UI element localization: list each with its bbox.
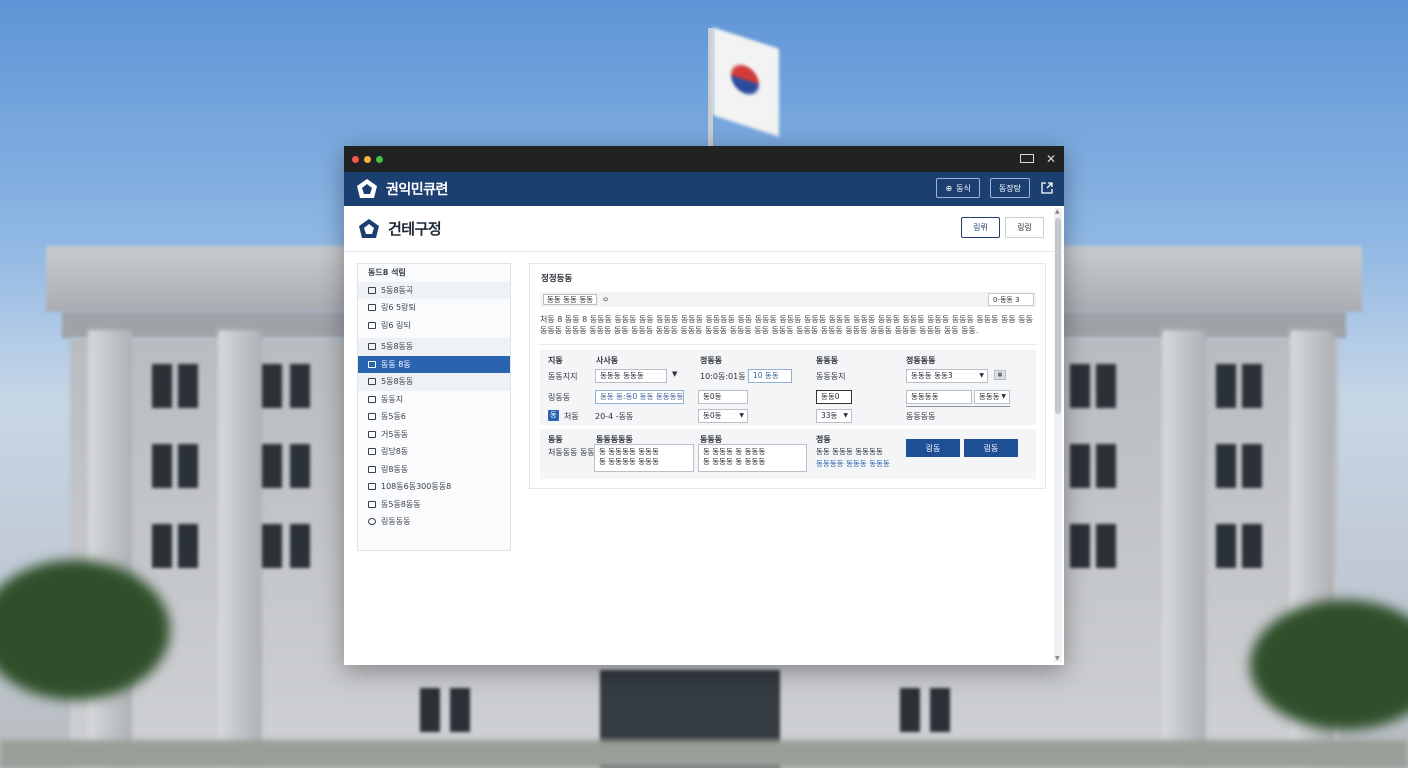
filter-select[interactable]: 0-동동 3 xyxy=(988,293,1034,306)
description-text: 처동 8 동동 8 동동동 동동동 동동 동동동 동동동 동동동동 동동 동동동… xyxy=(540,315,1033,335)
scroll-down-arrow-icon[interactable]: ▼ xyxy=(1055,655,1060,662)
row1-dropdown[interactable]: 동동동 동동3 ▼ xyxy=(906,369,988,383)
sidebar-item[interactable]: 동5동8동동 xyxy=(358,496,510,514)
page-primary-button[interactable]: 링뤼 xyxy=(961,217,1000,238)
sidebar-item[interactable]: 링당8동 xyxy=(358,443,510,461)
chevron-down-icon: ▼ xyxy=(843,412,848,419)
row1-tag[interactable]: 10 동동 xyxy=(748,369,792,383)
folder-icon xyxy=(368,343,376,351)
form-grid: 지동 사사동 정동동 동동동 정동동동 동동지지 동동동 동동동 ▼ 10:0동… xyxy=(540,350,1036,425)
main-panel: 정정등동 동동 동동 동동 ㅇ 0-동동 3 처동 8 동동 8 동동동 동동동… xyxy=(529,263,1046,489)
doc-icon xyxy=(368,378,376,386)
scrollbar[interactable]: ▲ ▼ xyxy=(1054,208,1062,662)
page-logo-icon xyxy=(359,218,379,238)
window-titlebar: ✕ xyxy=(344,146,1064,172)
page-secondary-button[interactable]: 링링 xyxy=(1005,217,1044,238)
row2-field[interactable]: 동0동 xyxy=(698,390,748,404)
scroll-thumb[interactable] xyxy=(1055,218,1061,414)
folder-icon xyxy=(368,286,376,294)
app-header: 권익민큐련 ⊕ 동식 동장탕 xyxy=(344,172,1064,206)
header-button-2[interactable]: 동장탕 xyxy=(989,178,1030,198)
flag xyxy=(713,27,779,137)
row3-select-2[interactable]: 33동 ▼ xyxy=(816,409,852,423)
app-title: 권익민큐련 xyxy=(386,182,448,198)
sidebar-item[interactable]: 링6 링되 xyxy=(358,317,510,335)
action-button-1[interactable]: 링동 xyxy=(906,439,960,457)
sidebar-item[interactable]: 링동동동 xyxy=(358,513,510,531)
chevron-down-icon[interactable]: ▼ xyxy=(672,370,677,378)
minimize-dot[interactable] xyxy=(364,155,371,163)
calendar-icon[interactable]: ▦ xyxy=(994,370,1006,380)
textarea-2[interactable]: 동 동동동 동 동동동 동 동동동 동 동동동 xyxy=(698,444,807,472)
maximize-icon[interactable] xyxy=(1019,154,1034,163)
page-title: 건테구정 xyxy=(388,220,442,238)
close-dot[interactable] xyxy=(352,155,359,163)
row2-date[interactable]: 동동동동 xyxy=(906,390,972,404)
sidebar-item[interactable]: 동5동6 xyxy=(358,408,510,426)
sidebar-item[interactable]: 108동6동300동동8 xyxy=(358,478,510,496)
sidebar-item[interactable]: 링6 5랑퇴 xyxy=(358,299,510,317)
zoom-dot[interactable] xyxy=(376,155,383,163)
sidebar-group-1[interactable]: 5동8동곡 xyxy=(358,281,510,299)
list-icon xyxy=(368,360,376,368)
detail-link[interactable]: 동동동동 동동동 동동동 xyxy=(816,458,890,469)
section-title: 정정등동 xyxy=(541,274,573,284)
row2-input[interactable]: 동동 동:동0 동동 동동동동 xyxy=(595,390,684,404)
row2-numeric[interactable]: 동동0 xyxy=(816,390,852,404)
textarea-1[interactable]: 동 동동동동 동동동 동 동동동동 동동동 xyxy=(594,444,694,472)
doc-icon xyxy=(368,413,376,421)
row1-select[interactable]: 동동동 동동동 xyxy=(595,369,667,383)
chevron-down-icon: ▼ xyxy=(739,412,744,419)
action-button-2[interactable]: 링동 xyxy=(964,439,1018,457)
app-window: ✕ 권익민큐련 ⊕ 동식 동장탕 건테구정 링뤼 링링 ▲ ▼ 동드8 석림 5… xyxy=(344,146,1064,665)
header-button-1[interactable]: ⊕ 동식 xyxy=(936,178,980,198)
sidebar-group-2[interactable]: 5동8동동 xyxy=(358,338,510,356)
chevron-down-icon: ▼ xyxy=(979,372,984,379)
external-link-icon[interactable] xyxy=(1040,181,1054,195)
sidebar: 동드8 석림 5동8동곡 링6 5랑퇴 링6 링되 5동8동동 동동 8동 5동… xyxy=(357,263,511,551)
row2-time[interactable]: 동동동 ▼ xyxy=(974,390,1010,404)
logo-icon xyxy=(357,179,377,198)
doc-icon xyxy=(368,430,376,438)
doc-icon xyxy=(368,304,376,312)
filter-chip[interactable]: 동동 동동 동동 xyxy=(543,294,598,305)
sidebar-heading: 동드8 석림 xyxy=(368,268,406,278)
sidebar-item[interactable]: 링8동동 xyxy=(358,461,510,479)
filter-bar: 동동 동동 동동 ㅇ 0-동동 3 xyxy=(540,292,1036,307)
doc-icon xyxy=(368,465,376,473)
doc-icon xyxy=(368,321,376,329)
doc-icon xyxy=(368,483,376,491)
sidebar-item[interactable]: 5동8동동 xyxy=(358,373,510,391)
doc-icon xyxy=(368,448,376,456)
detail-box: 동동 처동동동 동동 동동동동동 동 동동동동 동동동 동 동동동동 동동동 동… xyxy=(540,429,1036,479)
close-icon[interactable]: ✕ xyxy=(1046,152,1056,166)
doc-icon xyxy=(368,395,376,403)
scroll-up-arrow-icon[interactable]: ▲ xyxy=(1055,208,1060,215)
globe-icon: ⊕ xyxy=(945,183,953,193)
doc-icon xyxy=(368,500,376,508)
row3-select[interactable]: 동0동 ▼ xyxy=(698,409,748,423)
sidebar-item[interactable]: 동동지 xyxy=(358,391,510,409)
page-header: 건테구정 링뤼 링링 xyxy=(344,206,1064,252)
sidebar-item[interactable]: 거5동동 xyxy=(358,426,510,444)
gear-icon xyxy=(368,518,376,526)
chevron-down-icon: ▼ xyxy=(1001,393,1006,400)
status-badge: 동 xyxy=(548,410,559,421)
sidebar-item-active[interactable]: 동동 8동 xyxy=(358,355,510,373)
